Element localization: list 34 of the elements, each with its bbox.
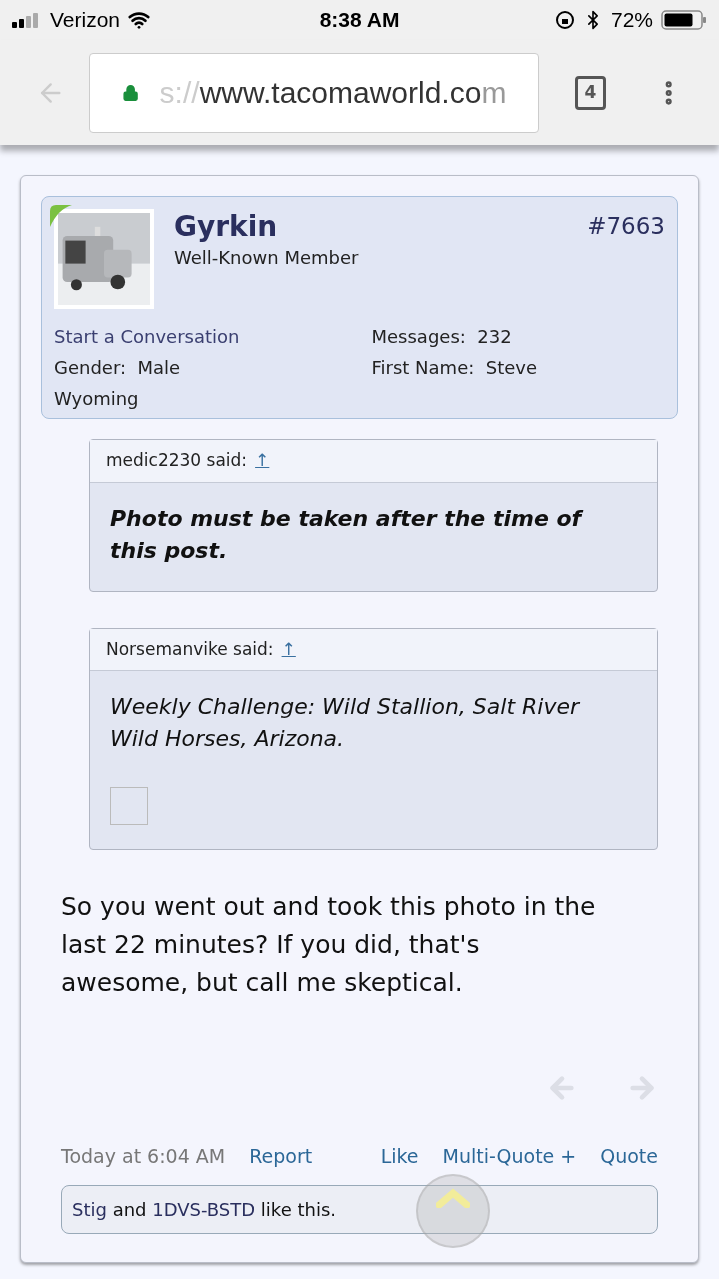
chevron-up-icon [436, 1187, 470, 1208]
tab-count-button[interactable]: 4 [575, 75, 606, 110]
jump-to-quote-link[interactable]: ↑ [281, 636, 296, 662]
carrier-name: Verizon [50, 7, 121, 34]
user-link[interactable]: Stig [72, 1198, 107, 1220]
profile-field: Wyoming [54, 383, 360, 414]
post-message: So you went out and took this photo in the last 22 minutes? If you did, that's awesome, but call me skeptical. [61, 891, 597, 999]
clock-time: 8:38 AM [319, 7, 400, 34]
quote-author: medic2230 said: [106, 449, 248, 472]
post-action-link[interactable]: Like [380, 1142, 419, 1171]
quote-text: Photo must be taken after the time of this post. [110, 504, 585, 565]
url-text: s://www.tacomaworld.com [159, 75, 507, 111]
post-number[interactable]: #7663 [587, 209, 665, 244]
report-link[interactable]: Report [249, 1142, 313, 1171]
member-role: Well-Known Member [174, 246, 360, 270]
post-action-link[interactable]: Multi-Quote + [442, 1142, 577, 1171]
post-action-link[interactable]: Quote [600, 1142, 658, 1171]
quote-author: Norsemanvike said: [106, 637, 274, 661]
jump-to-quote-link[interactable]: ↑ [255, 448, 270, 474]
profile-field: Messages: 232 [371, 321, 665, 352]
battery-percent: 72% [610, 7, 653, 34]
address-bar[interactable]: s://www.tacomaworld.com [89, 52, 540, 133]
profile-field: Gender: Male [54, 352, 360, 383]
author-name[interactable]: Gyrkin [174, 209, 588, 244]
rotation-lock-icon [554, 10, 575, 30]
profile-field: First Name: Steve [371, 352, 665, 383]
battery-icon [661, 10, 707, 30]
start-conversation-link[interactable]: Start a Conversation [54, 321, 360, 352]
wifi-icon [128, 9, 151, 31]
quote-text: Weekly Challenge: Wild Stallion, Salt River Wild Horses, Arizona. [110, 693, 581, 753]
post-timestamp[interactable]: Today at 6:04 AM [61, 1142, 226, 1171]
likes-text: Stig and 1DVS-BSTD like this. [72, 1198, 336, 1220]
online-indicator-icon [50, 205, 72, 227]
user-link[interactable]: 1DVS-BSTD [152, 1198, 256, 1220]
